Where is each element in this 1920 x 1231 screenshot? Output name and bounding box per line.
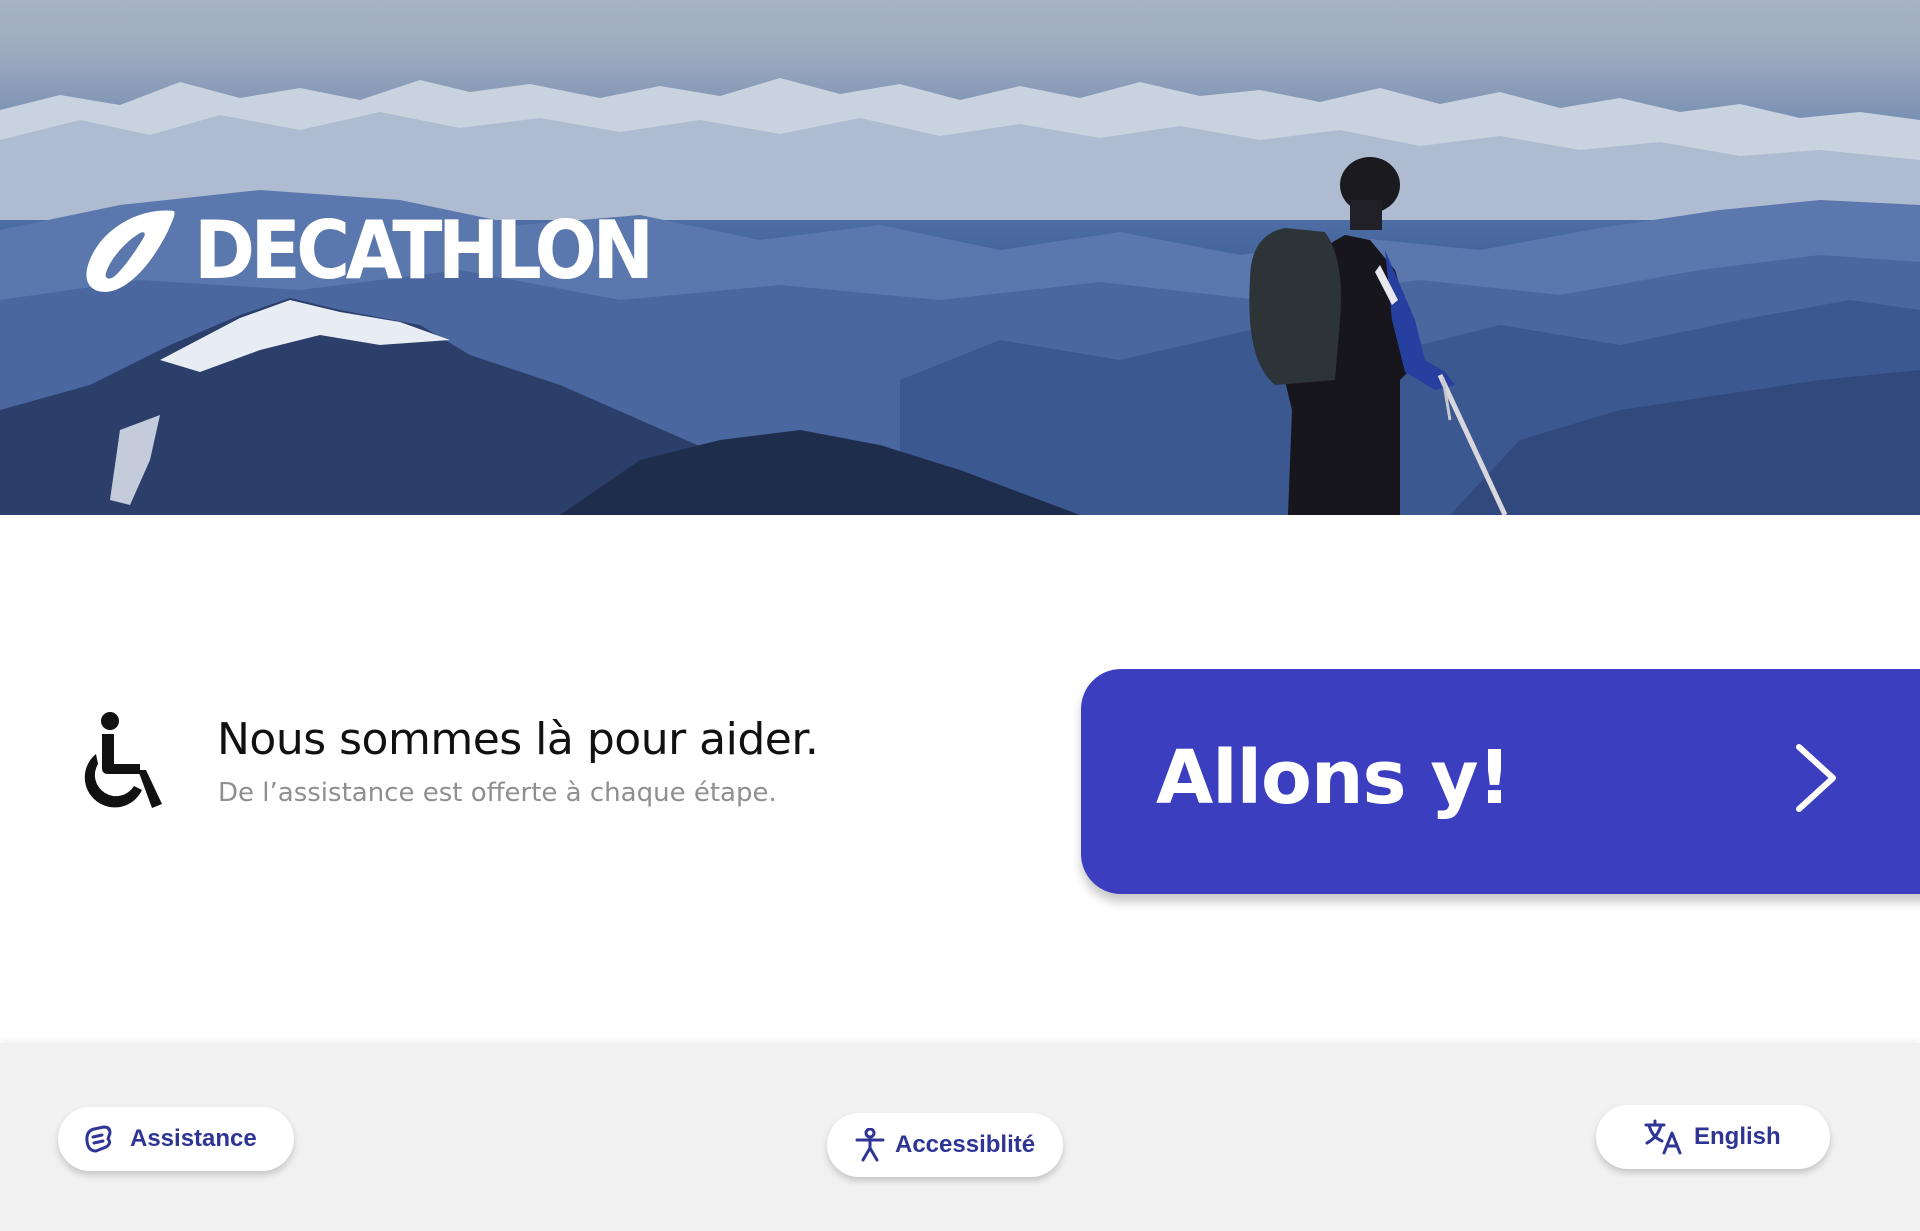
accessibility-person-icon <box>855 1128 885 1162</box>
hero-banner: DECATHLON <box>0 0 1920 515</box>
language-label: English <box>1694 1123 1781 1150</box>
language-button[interactable]: English <box>1596 1105 1830 1169</box>
accessibility-label: Accessiblité <box>895 1131 1036 1158</box>
decathlon-logo: DECATHLON <box>82 206 689 296</box>
assistance-label: Assistance <box>130 1125 257 1152</box>
help-subtitle: De l’assistance est offerte à chaque éta… <box>218 778 777 808</box>
decathlon-logo-icon <box>86 210 175 292</box>
translate-icon <box>1644 1119 1682 1155</box>
footer-bar: Assistance Accessiblité English <box>0 1043 1920 1231</box>
wheelchair-icon <box>84 712 162 808</box>
accessibility-button[interactable]: Accessiblité <box>827 1113 1063 1177</box>
start-button[interactable]: Allons y! <box>1081 669 1920 894</box>
decathlon-logo-text: DECATHLON <box>194 204 654 297</box>
help-title: Nous sommes là pour aider. <box>217 714 819 765</box>
assistance-button[interactable]: Assistance <box>58 1107 294 1171</box>
chevron-right-icon <box>1796 744 1836 812</box>
start-button-label: Allons y! <box>1156 735 1511 821</box>
hand-help-icon <box>85 1125 112 1153</box>
